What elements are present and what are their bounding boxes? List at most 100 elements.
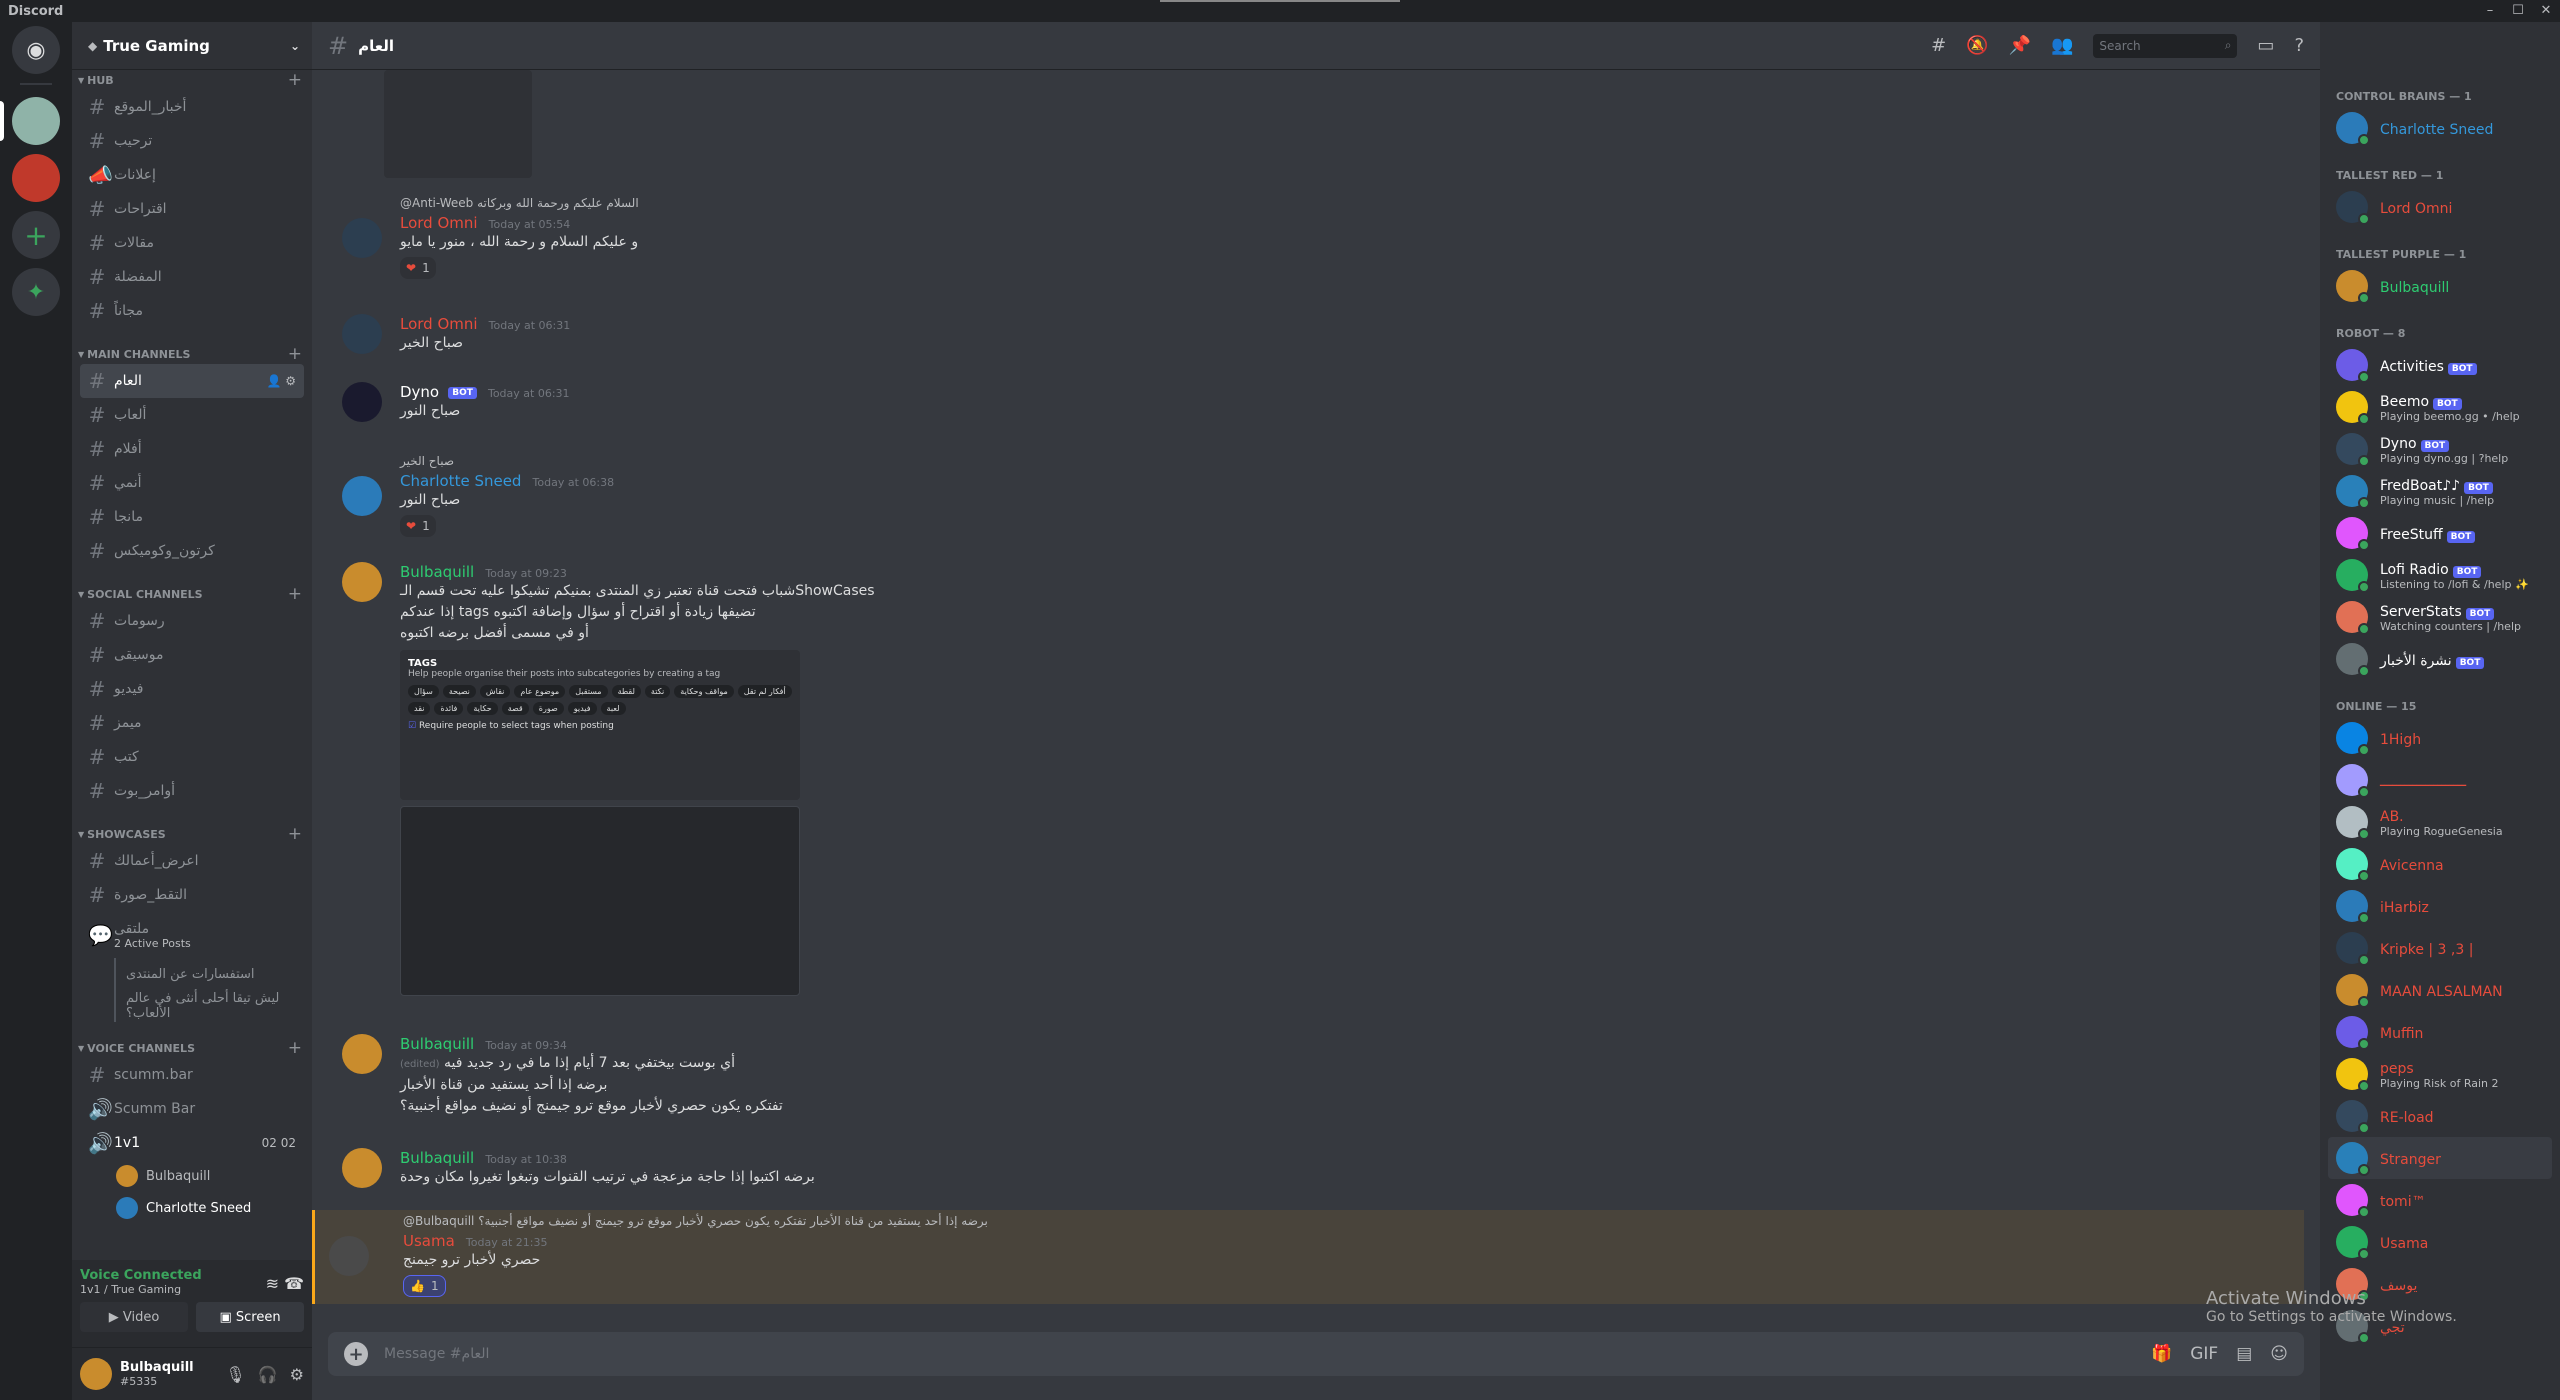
member-item[interactable]: Beemo BOT Playing beemo.gg • /help bbox=[2328, 386, 2552, 428]
channel-item[interactable]: # ميمز bbox=[80, 706, 304, 740]
pin-icon[interactable]: 📌 bbox=[2009, 35, 2031, 56]
reaction[interactable]: 👍 1 bbox=[403, 1275, 446, 1297]
avatar[interactable] bbox=[80, 1358, 112, 1390]
add-channel-icon[interactable]: + bbox=[288, 1038, 302, 1058]
member-item[interactable]: RE-load bbox=[2328, 1095, 2552, 1137]
explore-servers-button[interactable]: ✦ bbox=[12, 268, 60, 316]
channel-item[interactable]: # أفلام bbox=[80, 432, 304, 466]
image-attachment[interactable] bbox=[384, 70, 532, 178]
noise-suppression-icon[interactable]: ≋ bbox=[266, 1274, 279, 1293]
author-name[interactable]: Dyno bbox=[400, 383, 439, 401]
author-name[interactable]: Bulbaquill bbox=[400, 563, 474, 581]
author-name[interactable]: Usama bbox=[403, 1232, 455, 1250]
channel-item[interactable]: 📣 إعلانات bbox=[80, 158, 304, 192]
member-item[interactable]: Usama bbox=[2328, 1221, 2552, 1263]
channel-item[interactable]: # أنمي bbox=[80, 466, 304, 500]
mic-icon[interactable]: 🎙 bbox=[225, 1365, 245, 1384]
drag-region[interactable] bbox=[1160, 0, 1400, 2]
voice-channel[interactable]: 🔊 Scumm Bar bbox=[80, 1092, 304, 1126]
channel-item[interactable]: # scumm.bar bbox=[80, 1058, 304, 1092]
invite-settings-icons[interactable]: 👤 ⚙ bbox=[266, 374, 296, 388]
avatar[interactable] bbox=[342, 314, 382, 354]
search-input[interactable]: Search ⌕ bbox=[2093, 33, 2238, 58]
member-list-icon[interactable]: 👥 bbox=[2051, 35, 2073, 56]
headphones-icon[interactable]: 🎧 bbox=[258, 1365, 278, 1384]
member-item[interactable]: نشرة الأخبار BOT bbox=[2328, 638, 2552, 680]
server-header[interactable]: ◆ True Gaming ⌄ bbox=[72, 22, 312, 70]
member-item[interactable]: Activities BOT bbox=[2328, 344, 2552, 386]
reply-reference[interactable]: صباح الخير bbox=[400, 454, 2288, 468]
add-channel-icon[interactable]: + bbox=[288, 824, 302, 844]
member-item[interactable]: Kripke | 3 ,3 | bbox=[2328, 927, 2552, 969]
channel-item[interactable]: # كتب bbox=[80, 740, 304, 774]
voice-user[interactable]: Bulbaquill bbox=[116, 1160, 312, 1192]
forum-thread[interactable]: ليش تيقا أحلى أنثى في عالم الألعاب؟ bbox=[114, 990, 304, 1022]
forum-thread[interactable]: استفسارات عن المنتدى bbox=[114, 958, 304, 990]
author-name[interactable]: Bulbaquill bbox=[400, 1149, 474, 1167]
reaction[interactable]: ❤ 1 bbox=[400, 515, 436, 537]
add-server-button[interactable]: + bbox=[12, 211, 60, 259]
video-button[interactable]: ▶ Video bbox=[80, 1302, 188, 1332]
gift-icon[interactable]: 🎁 bbox=[2151, 1344, 2172, 1364]
image-attachment[interactable] bbox=[400, 806, 800, 996]
voice-channel-active[interactable]: 🔊 1v1 02 02 bbox=[80, 1126, 304, 1160]
notification-bell-icon[interactable]: 🔕 bbox=[1966, 35, 1988, 56]
reply-reference[interactable]: @Bulbaquill برضه إذا أحد يستفيد من قناة … bbox=[403, 1214, 2304, 1228]
member-item[interactable]: FreeStuff BOT bbox=[2328, 512, 2552, 554]
member-item[interactable]: iHarbiz bbox=[2328, 885, 2552, 927]
channel-item[interactable]: # موسيقى bbox=[80, 638, 304, 672]
channel-item[interactable]: # مجاناً bbox=[80, 294, 304, 328]
member-item[interactable]: Avicenna bbox=[2328, 843, 2552, 885]
close-button[interactable]: ✕ bbox=[2532, 0, 2560, 22]
channel-item[interactable]: # التقط_صورة bbox=[80, 878, 304, 912]
author-name[interactable]: Lord Omni bbox=[400, 315, 478, 333]
member-item[interactable]: Muffin bbox=[2328, 1011, 2552, 1053]
member-item[interactable]: ServerStats BOT Watching counters | /help bbox=[2328, 596, 2552, 638]
emoji-icon[interactable]: ☺ bbox=[2270, 1344, 2288, 1364]
disconnect-icon[interactable]: ☎ bbox=[284, 1274, 304, 1293]
member-item[interactable]: 1High bbox=[2328, 717, 2552, 759]
channel-item[interactable]: # اقتراحات bbox=[80, 192, 304, 226]
avatar[interactable] bbox=[342, 382, 382, 422]
member-item[interactable]: Bulbaquill bbox=[2328, 265, 2552, 307]
author-name[interactable]: Charlotte Sneed bbox=[400, 472, 521, 490]
voice-user[interactable]: Charlotte Sneed bbox=[116, 1192, 312, 1224]
channel-item[interactable]: # اعرض_أعمالك bbox=[80, 844, 304, 878]
sticker-icon[interactable]: ▤ bbox=[2236, 1344, 2252, 1364]
member-item[interactable]: Lord Omni bbox=[2328, 186, 2552, 228]
channel-item[interactable]: # ترحيب bbox=[80, 124, 304, 158]
chevron-down-icon[interactable]: ⌄ bbox=[290, 39, 300, 53]
category-hub[interactable]: ▼ HUB + bbox=[72, 70, 312, 90]
category-main[interactable]: ▼ MAIN CHANNELS + bbox=[72, 344, 312, 364]
channel-item[interactable]: # مانجا bbox=[80, 500, 304, 534]
member-item[interactable]: Lofi Radio BOT Listening to /lofi & /help … bbox=[2328, 554, 2552, 596]
channel-item[interactable]: # مقالات bbox=[80, 226, 304, 260]
member-item[interactable]: AB. Playing RogueGenesia bbox=[2328, 801, 2552, 843]
server-icon-2[interactable] bbox=[12, 154, 60, 202]
author-name[interactable]: Lord Omni bbox=[400, 214, 478, 232]
member-item[interactable]: Stranger bbox=[2328, 1137, 2552, 1179]
member-item[interactable]: Dyno BOT Playing dyno.gg | ?help bbox=[2328, 428, 2552, 470]
category-social[interactable]: ▼ SOCIAL CHANNELS + bbox=[72, 584, 312, 604]
channel-item[interactable]: # رسومات bbox=[80, 604, 304, 638]
attach-plus-icon[interactable]: + bbox=[344, 1342, 368, 1366]
add-channel-icon[interactable]: + bbox=[288, 70, 302, 90]
member-item[interactable]: tomi™ bbox=[2328, 1179, 2552, 1221]
avatar[interactable] bbox=[329, 1236, 369, 1276]
reply-reference[interactable]: @Anti-Weeb السلام عليكم ورحمة الله وبركا… bbox=[400, 196, 2288, 210]
threads-icon[interactable]: # bbox=[1931, 35, 1946, 56]
help-icon[interactable]: ? bbox=[2294, 35, 2304, 56]
screen-share-button[interactable]: ▣ Screen bbox=[196, 1302, 304, 1332]
avatar[interactable] bbox=[342, 562, 382, 602]
avatar[interactable] bbox=[342, 1034, 382, 1074]
category-showcases[interactable]: ▼ SHOWCASES + bbox=[72, 824, 312, 844]
add-channel-icon[interactable]: + bbox=[288, 344, 302, 364]
channel-item[interactable]: # أوامر_بوت bbox=[80, 774, 304, 808]
server-icon-true-gaming[interactable] bbox=[0, 97, 60, 145]
message-input[interactable]: Message #العام bbox=[384, 1346, 489, 1362]
inbox-icon[interactable]: ▭ bbox=[2257, 35, 2274, 56]
forum-channel[interactable]: 💬 ملتقى 2 Active Posts bbox=[80, 912, 304, 958]
member-item[interactable]: FredBoat♪♪ BOT Playing music | /help bbox=[2328, 470, 2552, 512]
channel-item[interactable]: # أخبار_الموقع bbox=[80, 90, 304, 124]
category-voice[interactable]: ▼ VOICE CHANNELS + bbox=[72, 1038, 312, 1058]
